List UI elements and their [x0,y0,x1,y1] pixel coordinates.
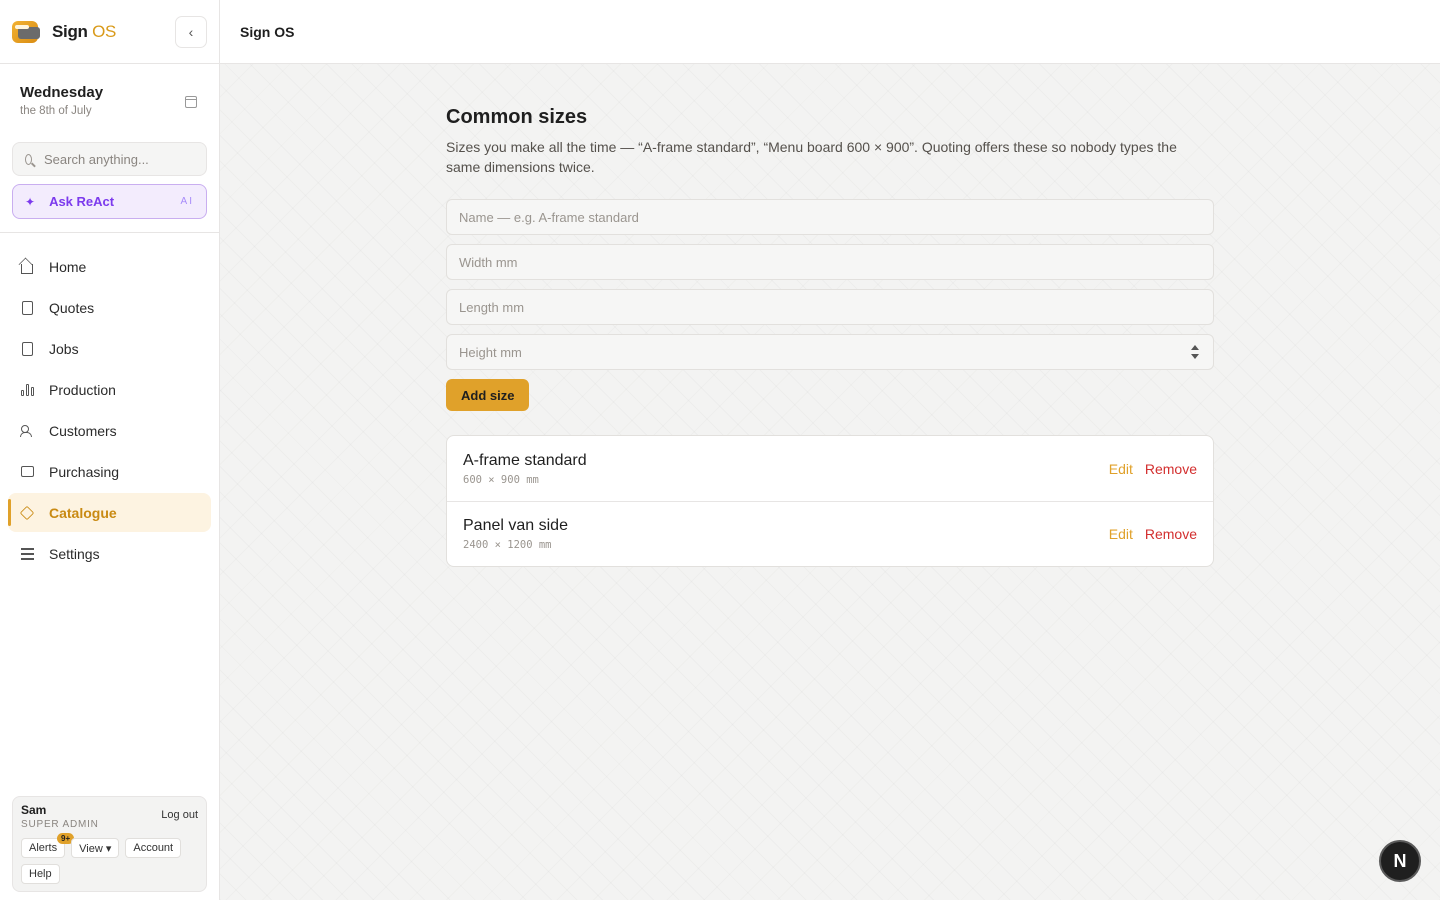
sidebar-item-label: Home [49,258,87,275]
next-dev-button[interactable]: N [1379,840,1421,882]
view-menu-button[interactable]: View ▾ [71,838,120,858]
remove-button[interactable]: Remove [1145,526,1197,542]
name-field[interactable] [446,199,1214,235]
clipboard-icon [20,341,34,356]
sidebar-item-label: Settings [49,545,100,562]
sidebar-item-purchasing[interactable]: Purchasing [8,452,211,491]
sidebar-nav: Home Quotes Jobs Production Customers Pu… [0,233,219,573]
sidebar: Sign OS ‹ Wednesday the 8th of July ✦ As… [0,0,220,900]
sidebar-item-label: Customers [49,422,117,439]
search-box[interactable] [12,142,207,176]
row-actions: Edit Remove [1109,526,1197,542]
date-day: Wednesday [20,84,104,101]
ask-react-button[interactable]: ✦ Ask ReAct AI [12,184,207,219]
sliders-icon [20,547,34,561]
length-input[interactable] [459,299,1201,315]
sidebar-item-home[interactable]: Home [8,247,211,286]
header-title: Sign OS [240,23,295,40]
account-button[interactable]: Account [125,838,182,858]
sparkle-icon: ✦ [25,194,36,209]
edit-button[interactable]: Edit [1109,526,1133,542]
edit-button[interactable]: Edit [1109,461,1133,477]
size-name: Panel van side [463,517,568,534]
sidebar-item-label: Production [49,381,116,398]
sidebar-item-customers[interactable]: Customers [8,411,211,450]
brand-name: Sign OS [52,21,117,41]
sign-os-logo [12,19,42,45]
page-description: Sizes you make all the time — “A-frame s… [446,139,1177,175]
user-panel: Sam SUPER ADMIN Log out Alerts 9+ View ▾… [12,796,207,892]
date-block: Wednesday the 8th of July [0,64,219,142]
page-title: Common sizes [446,106,588,128]
size-name: A-frame standard [463,451,587,469]
calendar-icon[interactable] [185,96,197,108]
document-icon [20,300,34,315]
sidebar-item-production[interactable]: Production [8,370,211,409]
length-field[interactable] [446,289,1214,325]
list-item: A-frame standard 600 × 900 mm Edit Remov… [447,436,1213,501]
sidebar-item-quotes[interactable]: Quotes [8,288,211,327]
remove-button[interactable]: Remove [1145,461,1197,477]
search-icon [25,153,32,165]
size-dimensions: 600 × 900 mm [463,473,539,486]
width-field[interactable] [446,244,1214,280]
sidebar-item-label: Jobs [49,340,79,357]
common-sizes-section: Common sizes Sizes you make all the time… [446,106,1214,567]
alerts-button[interactable]: Alerts 9+ [21,833,75,858]
monitor-icon [20,465,34,479]
sidebar-item-label: Catalogue [49,504,117,521]
size-info: A-frame standard 600 × 900 mm [463,452,587,486]
size-form: Add size [446,199,1214,411]
row-actions: Edit Remove [1109,461,1197,477]
brand-bar: Sign OS ‹ [0,0,219,64]
ai-tag: AI [180,196,194,207]
top-bar: Sign OS [220,0,1440,64]
stepper-icon[interactable] [1191,345,1199,359]
ask-react-label: Ask ReAct [49,194,115,209]
chevron-left-icon: ‹ [188,23,194,40]
size-dimensions: 2400 × 1200 mm [463,539,552,551]
date-sub: the 8th of July [20,105,92,117]
n-logo-icon: N [1393,850,1407,871]
sidebar-item-jobs[interactable]: Jobs [8,329,211,368]
package-icon [19,505,35,520]
home-icon [20,260,34,274]
name-input[interactable] [459,209,1201,225]
collapse-sidebar-button[interactable]: ‹ [175,15,207,48]
size-info: Panel van side 2400 × 1200 mm [463,517,568,551]
bar-chart-icon [20,383,34,397]
users-icon [20,424,34,438]
height-input[interactable] [459,344,1201,360]
sidebar-item-label: Purchasing [49,463,120,480]
sizes-list: A-frame standard 600 × 900 mm Edit Remov… [446,435,1214,567]
width-input[interactable] [459,254,1201,270]
add-size-button[interactable]: Add size [446,379,530,411]
sidebar-item-settings[interactable]: Settings [8,534,211,573]
search-input[interactable] [44,151,194,167]
sidebar-item-label: Quotes [49,299,95,316]
alerts-label: Alerts [29,842,58,854]
height-field[interactable] [446,334,1214,370]
main-content: Common sizes Sizes you make all the time… [220,64,1440,900]
list-item: Panel van side 2400 × 1200 mm Edit Remov… [447,501,1213,566]
user-chips: Alerts 9+ View ▾ Account Help [21,833,201,884]
logout-button[interactable]: Log out [161,809,198,821]
sidebar-item-catalogue[interactable]: Catalogue [8,493,211,532]
help-button[interactable]: Help [21,864,60,884]
